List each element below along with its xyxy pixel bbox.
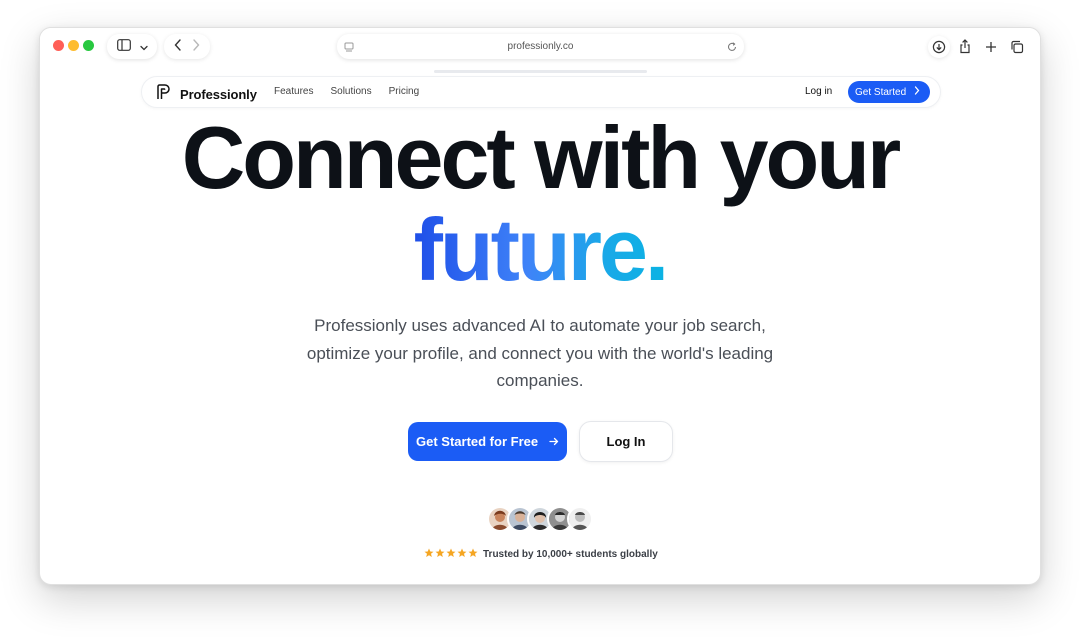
get-started-free-button[interactable]: Get Started for Free xyxy=(408,422,567,461)
download-icon[interactable] xyxy=(928,35,950,58)
star-icon xyxy=(424,545,434,563)
browser-toolbar: professionly.co xyxy=(40,28,1040,68)
nav-get-started-label: Get Started xyxy=(855,86,907,98)
nav-link-solutions[interactable]: Solutions xyxy=(330,86,371,97)
zoom-window-button[interactable] xyxy=(83,40,94,51)
history-navigation xyxy=(164,34,210,59)
student-avatars xyxy=(487,506,593,532)
reload-icon[interactable] xyxy=(726,40,738,58)
site-navbar: Professionly Features Solutions Pricing … xyxy=(141,76,941,108)
trust-rating: Trusted by 10,000+ students globally xyxy=(424,545,658,563)
get-started-free-label: Get Started for Free xyxy=(416,434,539,449)
star-icon xyxy=(446,545,456,563)
page-load-indicator xyxy=(434,70,647,73)
back-arrow-icon[interactable] xyxy=(174,38,182,56)
hero-login-button[interactable]: Log In xyxy=(579,421,673,462)
avatar xyxy=(567,506,593,532)
nav-link-pricing[interactable]: Pricing xyxy=(389,86,420,97)
page-icon xyxy=(343,40,355,58)
rating-stars xyxy=(424,545,478,563)
chevron-down-icon[interactable] xyxy=(139,38,148,56)
nav-login-link[interactable]: Log in xyxy=(805,86,832,97)
nav-links: Features Solutions Pricing xyxy=(274,86,419,97)
star-icon xyxy=(435,545,445,563)
window-controls xyxy=(53,40,94,51)
chevron-right-icon xyxy=(914,86,920,98)
nav-link-features[interactable]: Features xyxy=(274,86,313,97)
hero-headline-accent: future. xyxy=(40,206,1040,294)
trust-text: Trusted by 10,000+ students globally xyxy=(483,548,658,560)
minimize-window-button[interactable] xyxy=(68,40,79,51)
star-icon xyxy=(457,545,467,563)
tabs-overview-icon[interactable] xyxy=(1006,36,1028,58)
logo-mark-icon xyxy=(156,84,171,105)
arrow-right-icon xyxy=(541,437,567,446)
plus-icon[interactable] xyxy=(980,36,1002,58)
toolbar-actions xyxy=(928,34,1028,59)
star-icon xyxy=(468,545,478,563)
nav-get-started-button[interactable]: Get Started xyxy=(848,81,930,103)
brand-name: Professionly xyxy=(180,87,257,102)
hero-subtitle: Professionly uses advanced AI to automat… xyxy=(306,316,774,390)
sidebar-icon xyxy=(116,38,131,56)
hero-headline-accent-text: future. xyxy=(413,200,670,299)
address-bar[interactable]: professionly.co xyxy=(337,34,744,59)
close-window-button[interactable] xyxy=(53,40,64,51)
share-icon[interactable] xyxy=(954,36,976,58)
url-text: professionly.co xyxy=(507,41,574,52)
sidebar-toggle-button[interactable] xyxy=(107,34,157,59)
brand-logo[interactable]: Professionly xyxy=(156,84,257,105)
forward-arrow-icon[interactable] xyxy=(192,38,200,56)
browser-window: professionly.co Professionly Features So… xyxy=(39,27,1041,585)
hero-headline: Connect with your xyxy=(181,108,902,207)
